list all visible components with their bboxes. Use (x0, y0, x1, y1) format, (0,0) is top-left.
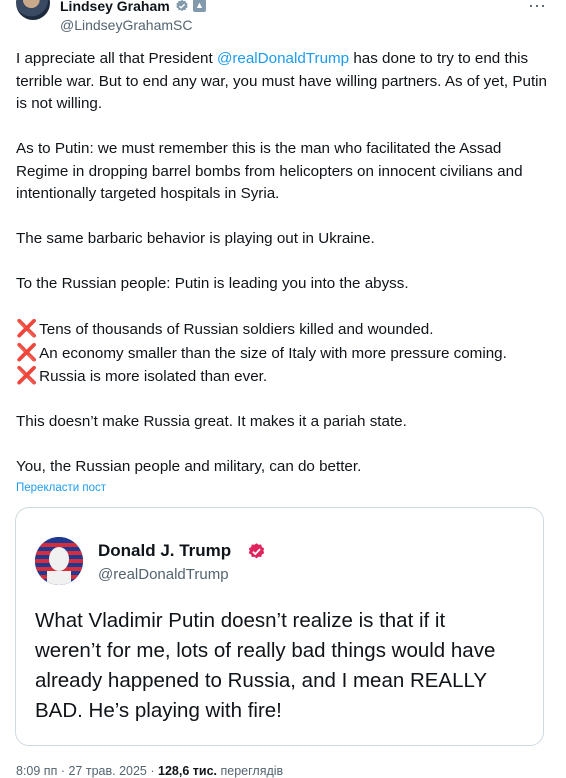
tweet-paragraph-2: As to Putin: we must remember this is th… (16, 140, 523, 202)
government-badge-icon: ▲ (193, 0, 206, 12)
meta-separator: · (150, 764, 155, 778)
author-handle[interactable]: @LindseyGrahamSC (60, 17, 193, 33)
post-time[interactable]: 8:09 пп (16, 764, 57, 778)
views-count: 128,6 тис. (158, 764, 218, 778)
quoted-author-avatar[interactable] (35, 537, 83, 585)
cross-mark-icon: ❌ (16, 366, 38, 385)
quoted-author-handle[interactable]: @realDonaldTrump (98, 566, 229, 583)
tweet-text: I appreciate all that President @realDon… (16, 48, 551, 479)
tweet-header: Lindsey Graham ▲ @LindseyGrahamSC ⋯ (0, 0, 566, 40)
author-avatar[interactable] (16, 0, 50, 20)
bullet-text: Russia is more isolated than ever. (39, 368, 268, 385)
tweet-paragraph-3: The same barbaric behavior is playing ou… (16, 230, 375, 247)
cross-mark-icon: ❌ (16, 342, 38, 362)
post-date[interactable]: 27 трав. 2025 (68, 764, 146, 778)
verified-badge-icon (248, 543, 265, 559)
tweet-paragraph-1: I appreciate all that President @realDon… (16, 48, 551, 116)
meta-separator: · (60, 764, 65, 778)
mention-link[interactable]: @realDonaldTrump (217, 50, 349, 67)
bullet-text: An economy smaller than the size of Ital… (39, 344, 507, 362)
tweet-paragraph-4: To the Russian people: Putin is leading … (16, 275, 409, 292)
tweet-paragraph-5: This doesn’t make Russia great. It makes… (16, 413, 407, 430)
tweet-text-segment: I appreciate all that President (16, 50, 217, 67)
verified-badge-icon (176, 0, 188, 12)
flag-portrait-icon (35, 537, 83, 585)
quoted-tweet-card[interactable]: Donald J. Trump @realDonaldTrump What Vl… (15, 507, 544, 746)
bullet-item: ❌ An economy smaller than the size of Ita… (16, 342, 551, 366)
quoted-author-name[interactable]: Donald J. Trump (98, 541, 231, 561)
tweet-meta: 8:09 пп · 27 трав. 2025 · 128,6 тис. пер… (16, 764, 283, 778)
translate-post-link[interactable]: Перекласти пост (16, 482, 106, 494)
more-options-icon[interactable]: ⋯ (528, 0, 547, 17)
bullet-item: ❌ Russia is more isolated than ever. (16, 365, 551, 389)
bullet-item: ❌ Tens of thousands of Russian soldiers k… (16, 318, 551, 342)
views-label: переглядів (220, 764, 284, 778)
author-name[interactable]: Lindsey Graham (60, 0, 170, 14)
bullet-text: Tens of thousands of Russian soldiers ki… (39, 321, 434, 338)
quoted-tweet-text: What Vladimir Putin doesn’t realize is t… (35, 609, 496, 722)
cross-mark-icon: ❌ (16, 319, 38, 338)
tweet-paragraph-6: You, the Russian people and military, ca… (16, 458, 362, 475)
